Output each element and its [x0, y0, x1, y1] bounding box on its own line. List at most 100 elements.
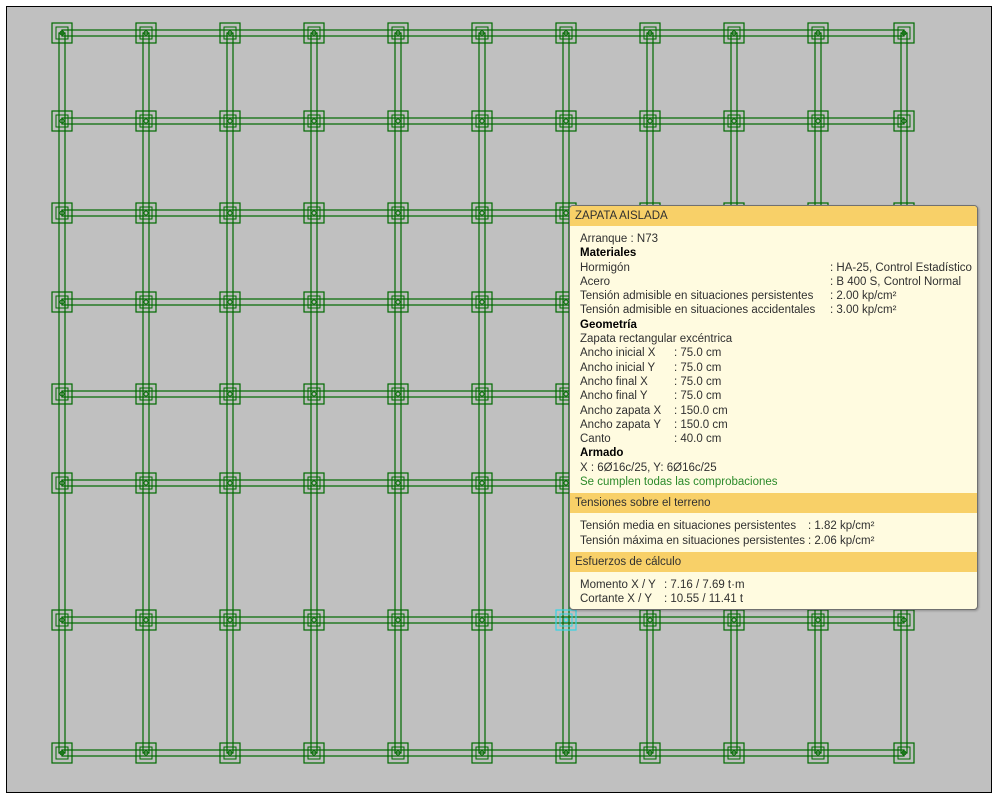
- column-outline: [139, 114, 153, 128]
- material-label: Tensión admisible en situaciones persist…: [580, 290, 814, 303]
- node-marker: [143, 617, 149, 623]
- geometry-row: Ancho inicial X : 75.0 cm: [580, 346, 969, 360]
- footing: [471, 291, 493, 313]
- footing-outline: [219, 291, 241, 313]
- column-outline: [475, 295, 489, 309]
- node-marker: [815, 617, 821, 623]
- geometry-row: Canto: 40.0 cm: [580, 432, 969, 446]
- column-outline: [811, 613, 825, 627]
- material-row: Tensión admisible en situaciones acciden…: [580, 303, 969, 317]
- node-marker: [311, 210, 317, 216]
- tension-value: : 1.82 kp/cm²: [808, 520, 875, 533]
- column-outline: [307, 295, 321, 309]
- column-outline: [559, 114, 573, 128]
- node-marker: [815, 118, 821, 124]
- node-marker: [143, 480, 149, 486]
- footing-outline: [471, 110, 493, 132]
- footing: [387, 609, 409, 631]
- material-row: Acero: B 400 S, Control Normal: [580, 275, 969, 289]
- footing: [387, 202, 409, 224]
- tension-row: Tensión media en situaciones persistente…: [580, 519, 969, 533]
- node-marker: [395, 299, 401, 305]
- column-outline: [559, 613, 573, 627]
- footing: [303, 202, 325, 224]
- esfuerzo-value: : 10.55 / 11.41 t: [664, 593, 744, 606]
- column-outline: [139, 613, 153, 627]
- node-marker: [143, 210, 149, 216]
- footing: [219, 291, 241, 313]
- geometry-row: Ancho inicial Y: 75.0 cm: [580, 361, 969, 375]
- geometry-value: : 75.0 cm: [674, 390, 722, 403]
- footing: [723, 110, 745, 132]
- node-marker: [563, 299, 569, 305]
- footing: [471, 609, 493, 631]
- geometry-value: : 150.0 cm: [674, 418, 728, 431]
- footing: [219, 110, 241, 132]
- footing-outline: [387, 291, 409, 313]
- armado-value: X : 6Ø16c/25, Y: 6Ø16c/25: [580, 461, 717, 474]
- esfuerzos-section: Momento X / Y: 7.16 / 7.69 t·m Cortante …: [570, 572, 977, 607]
- node-marker: [479, 480, 485, 486]
- node-marker: [311, 617, 317, 623]
- node-marker: [479, 391, 485, 397]
- footing: [471, 383, 493, 405]
- footing-outline: [807, 609, 829, 631]
- footing: [219, 202, 241, 224]
- footing: [387, 472, 409, 494]
- column-outline: [727, 613, 741, 627]
- column-outline: [727, 114, 741, 128]
- footing-selected: [555, 609, 577, 631]
- esfuerzo-row: Momento X / Y: 7.16 / 7.69 t·m: [580, 578, 969, 592]
- footing-outline: [387, 110, 409, 132]
- footing: [387, 291, 409, 313]
- footing-outline: [471, 291, 493, 313]
- materiales-heading: Materiales: [580, 247, 637, 260]
- footing-outline: [639, 609, 661, 631]
- material-value: : 3.00 kp/cm²: [830, 304, 897, 317]
- column-outline: [475, 114, 489, 128]
- geometry-label: Canto: [580, 433, 611, 446]
- footing-outline: [219, 202, 241, 224]
- column-outline: [391, 206, 405, 220]
- footing-outline: [387, 383, 409, 405]
- node-marker: [143, 118, 149, 124]
- node-marker: [479, 299, 485, 305]
- checks-status-text: Se cumplen todas las comprobaciones: [580, 476, 778, 489]
- footing-outline: [723, 609, 745, 631]
- column-outline: [223, 295, 237, 309]
- node-marker: [479, 617, 485, 623]
- geometry-row: Ancho final Y: 75.0 cm: [580, 389, 969, 403]
- column-outline: [223, 613, 237, 627]
- footing-outline: [135, 110, 157, 132]
- footing: [807, 110, 829, 132]
- node-marker: [395, 391, 401, 397]
- material-row: Tensión admisible en situaciones persist…: [580, 289, 969, 303]
- geometry-label: Ancho zapata X: [580, 404, 662, 417]
- armado-heading: Armado: [580, 447, 624, 460]
- footing-info-tooltip: ZAPATA AISLADA Arranque : N73 Materiales…: [569, 205, 978, 610]
- arranque-text: Arranque : N73: [580, 233, 658, 245]
- material-row: Hormigón: HA-25, Control Estadístico: [580, 261, 972, 275]
- footing: [387, 383, 409, 405]
- column-outline: [643, 114, 657, 128]
- node-marker: [479, 210, 485, 216]
- footing-outline: [303, 291, 325, 313]
- column-outline: [811, 114, 825, 128]
- footing-outline: [135, 291, 157, 313]
- node-marker: [647, 617, 653, 623]
- footing: [471, 202, 493, 224]
- footing-outline: [135, 383, 157, 405]
- node-marker: [227, 210, 233, 216]
- footing-outline: [219, 383, 241, 405]
- footing: [135, 472, 157, 494]
- tension-row: Tensión máxima en situaciones persistent…: [580, 534, 969, 548]
- footing-outline: [219, 110, 241, 132]
- column-outline: [307, 114, 321, 128]
- footing-outline: [555, 110, 577, 132]
- foundation-plan-canvas[interactable]: ZAPATA AISLADA Arranque : N73 Materiales…: [6, 6, 992, 793]
- node-marker: [395, 210, 401, 216]
- column-outline: [307, 206, 321, 220]
- geometry-value: : 75.0 cm: [674, 347, 722, 360]
- geometry-label: Ancho inicial X: [580, 347, 656, 360]
- material-value: : B 400 S, Control Normal: [830, 275, 962, 288]
